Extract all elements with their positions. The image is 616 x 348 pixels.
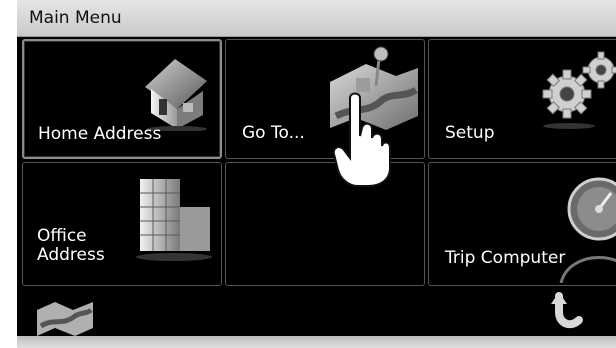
- title-bar: Main Menu: [17, 0, 616, 37]
- gears-icon: [542, 51, 616, 129]
- home-address-button[interactable]: Home Address: [22, 39, 222, 159]
- back-arrow-icon[interactable]: [547, 290, 587, 334]
- page-title: Main Menu: [29, 8, 122, 28]
- tile-label: Home Address: [38, 124, 162, 144]
- bottom-bar: [17, 288, 616, 336]
- empty-tile: [225, 162, 425, 286]
- map-icon[interactable]: [35, 296, 95, 336]
- tile-label: Go To...: [242, 123, 305, 143]
- tile-label: Trip Computer: [445, 248, 566, 268]
- tile-label: Setup: [445, 123, 495, 143]
- trip-computer-button[interactable]: Trip Computer: [428, 162, 616, 286]
- bottom-strip: [17, 336, 616, 348]
- hand-pointer-icon: [332, 92, 391, 187]
- speedometer-icon: [559, 177, 616, 283]
- office-building-icon: [136, 179, 212, 261]
- setup-button[interactable]: Setup: [428, 39, 616, 159]
- house-icon: [145, 59, 207, 131]
- office-address-button[interactable]: Office Address: [22, 162, 222, 286]
- navigation-screen: Main Menu Home Address Go To... Setup Of…: [17, 0, 616, 348]
- tile-label: Office Address: [37, 226, 105, 265]
- go-to-button[interactable]: Go To...: [225, 39, 425, 159]
